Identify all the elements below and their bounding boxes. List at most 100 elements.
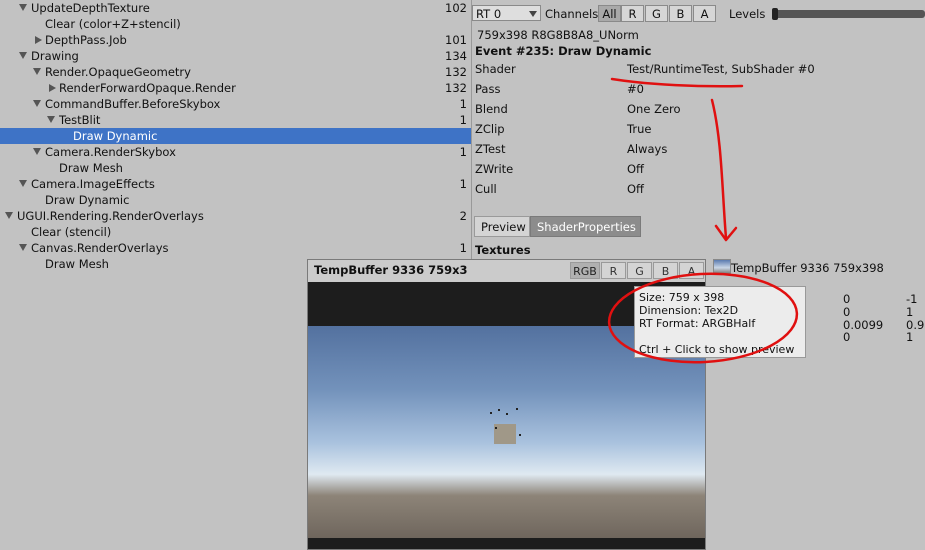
preview-channel-a-button[interactable]: A	[679, 262, 704, 279]
scene-particle	[519, 434, 521, 436]
channel-all-button[interactable]: All	[598, 5, 621, 22]
matrix-cell: 1	[906, 305, 914, 319]
scene-particle	[516, 408, 518, 410]
preview-title: TempBuffer 9336 759x3	[314, 263, 468, 277]
matrix-cell: 1	[906, 330, 914, 344]
tree-row[interactable]: Render.OpaqueGeometry 132	[0, 64, 471, 80]
tree-row-count: 1	[459, 241, 467, 255]
channel-b-button[interactable]: B	[669, 5, 692, 22]
event-title: Event #235: Draw Dynamic	[475, 44, 652, 58]
tree-row-label: Draw Dynamic	[73, 129, 158, 143]
ztest-label: ZTest	[475, 142, 506, 156]
tree-row[interactable]: Clear (color+Z+stencil)	[0, 16, 471, 32]
tooltip-dimension: Dimension: Tex2D	[639, 304, 739, 317]
ztest-value: Always	[627, 142, 668, 156]
tree-row[interactable]: Camera.ImageEffects 1	[0, 176, 471, 192]
expand-arrow-icon[interactable]	[5, 212, 13, 219]
tree-row-count: 134	[445, 49, 467, 63]
tree-row-label: CommandBuffer.BeforeSkybox	[45, 97, 221, 111]
matrix-cell: 0	[843, 330, 851, 344]
channel-g-button[interactable]: G	[645, 5, 668, 22]
tree-row[interactable]: DepthPass.Job 101	[0, 32, 471, 48]
tree-row-label: RenderForwardOpaque.Render	[59, 81, 236, 95]
tree-row[interactable]: UGUI.Rendering.RenderOverlays 2	[0, 208, 471, 224]
tree-row[interactable]: Camera.RenderSkybox 1	[0, 144, 471, 160]
preview-channel-b-button[interactable]: B	[653, 262, 678, 279]
render-target-format: 759x398 R8G8B8A8_UNorm	[477, 28, 639, 42]
preview-channel-g-button[interactable]: G	[627, 262, 652, 279]
levels-slider-handle[interactable]	[772, 8, 778, 20]
collapse-arrow-icon[interactable]	[35, 36, 42, 44]
tree-row-label: TestBlit	[59, 113, 101, 127]
channel-a-button[interactable]: A	[693, 5, 716, 22]
render-target-value: RT 0	[476, 7, 502, 21]
cull-value: Off	[627, 182, 644, 196]
blend-value: One Zero	[627, 102, 681, 116]
scene-particle	[506, 413, 508, 415]
tree-row-label: Camera.RenderSkybox	[45, 145, 176, 159]
tree-row[interactable]: Draw Dynamic	[0, 192, 471, 208]
texture-thumbnail-icon[interactable]	[713, 259, 731, 275]
tree-row-count: 1	[459, 177, 467, 191]
tree-row-count: 101	[445, 33, 467, 47]
channels-label: Channels	[545, 7, 599, 21]
tree-row-count: 1	[459, 145, 467, 159]
tree-row-label: Camera.ImageEffects	[31, 177, 155, 191]
zclip-value: True	[627, 122, 652, 136]
tree-row-label: UGUI.Rendering.RenderOverlays	[17, 209, 204, 223]
expand-arrow-icon[interactable]	[33, 100, 41, 107]
tooltip-hint: Ctrl + Click to show preview	[639, 343, 795, 356]
shader-value[interactable]: Test/RuntimeTest, SubShader #0	[627, 62, 815, 76]
zclip-label: ZClip	[475, 122, 505, 136]
chevron-down-icon	[529, 11, 537, 17]
tree-row[interactable]: Clear (stencil)	[0, 224, 471, 240]
texture-name[interactable]: TempBuffer 9336 759x398	[731, 261, 884, 275]
pass-value: #0	[627, 82, 644, 96]
tree-row[interactable]: Canvas.RenderOverlays 1	[0, 240, 471, 256]
tree-row-selected[interactable]: Draw Dynamic	[0, 128, 471, 144]
tree-row[interactable]: Draw Mesh	[0, 160, 471, 176]
matrix-cell: -1	[906, 292, 918, 306]
tree-row-label: Draw Mesh	[59, 161, 123, 175]
textures-section-title: Textures	[475, 243, 531, 257]
expand-arrow-icon[interactable]	[33, 148, 41, 155]
blend-label: Blend	[475, 102, 508, 116]
tree-row[interactable]: CommandBuffer.BeforeSkybox 1	[0, 96, 471, 112]
matrix-cell: 0	[843, 305, 851, 319]
scene-cube	[494, 424, 516, 444]
tab-preview[interactable]: Preview	[474, 216, 530, 237]
scene-particle	[498, 409, 500, 411]
tree-row-label: Draw Dynamic	[45, 193, 130, 207]
tree-row[interactable]: TestBlit 1	[0, 112, 471, 128]
tree-row-count: 1	[459, 97, 467, 111]
shader-label: Shader	[475, 62, 516, 76]
zwrite-value: Off	[627, 162, 644, 176]
scene-particle	[495, 427, 497, 429]
tree-row[interactable]: Drawing 134	[0, 48, 471, 64]
matrix-cell: 0	[843, 292, 851, 306]
texture-info-tooltip: Size: 759 x 398 Dimension: Tex2D RT Form…	[634, 286, 806, 358]
expand-arrow-icon[interactable]	[33, 68, 41, 75]
render-target-dropdown[interactable]: RT 0	[472, 5, 541, 21]
tree-row-count: 102	[445, 1, 467, 15]
tree-row-label: Clear (stencil)	[31, 225, 112, 239]
tree-row-count: 132	[445, 81, 467, 95]
preview-channel-r-button[interactable]: R	[601, 262, 626, 279]
expand-arrow-icon[interactable]	[19, 180, 27, 187]
preview-header: TempBuffer 9336 759x3 RGB R G B A	[308, 260, 705, 282]
pass-label: Pass	[475, 82, 501, 96]
tree-row[interactable]: UpdateDepthTexture 102	[0, 0, 471, 16]
expand-arrow-icon[interactable]	[47, 116, 55, 123]
expand-arrow-icon[interactable]	[19, 52, 27, 59]
expand-arrow-icon[interactable]	[19, 244, 27, 251]
zwrite-label: ZWrite	[475, 162, 514, 176]
tree-row-count: 1	[459, 113, 467, 127]
tab-shader-properties[interactable]: ShaderProperties	[530, 216, 641, 237]
collapse-arrow-icon[interactable]	[49, 84, 56, 92]
preview-channel-rgb-button[interactable]: RGB	[570, 262, 600, 279]
levels-slider[interactable]	[774, 10, 925, 18]
channel-r-button[interactable]: R	[621, 5, 644, 22]
expand-arrow-icon[interactable]	[19, 4, 27, 11]
tree-row-label: Canvas.RenderOverlays	[31, 241, 169, 255]
tree-row[interactable]: RenderForwardOpaque.Render 132	[0, 80, 471, 96]
